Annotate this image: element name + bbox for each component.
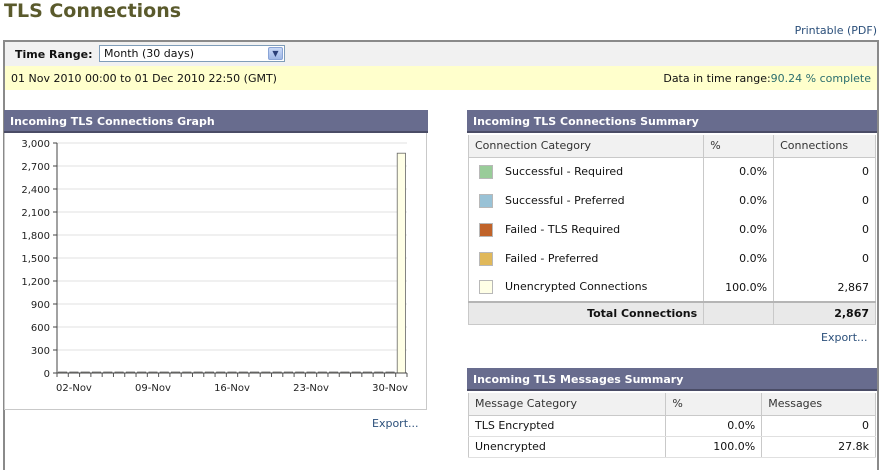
conn-category-cell: Unencrypted Connections: [467, 273, 705, 302]
conn-summary-header-row: Connection Category % Connections: [467, 135, 876, 158]
y-tick-label: 3,000: [21, 139, 50, 150]
conn-count-cell: 0: [773, 157, 876, 186]
date-info-bar: 01 Nov 2010 00:00 to 01 Dec 2010 22:50 (…: [5, 66, 877, 90]
col-connection-category: Connection Category: [467, 135, 705, 158]
graph-export-link[interactable]: Export...: [372, 417, 419, 430]
msg-percent-cell: 100.0%: [665, 436, 763, 458]
connections-graph-panel: Incoming TLS Connections Graph 0 300 600 90…: [4, 110, 428, 410]
data-completeness: Data in time range:90.24 % complete: [663, 72, 871, 85]
msg-category-cell: Unencrypted: [467, 436, 667, 458]
time-range-label: Time Range:: [15, 48, 93, 61]
graph-panel-title: Incoming TLS Connections Graph: [4, 110, 428, 133]
y-tick-label: 600: [31, 323, 50, 334]
y-tick-label: 300: [31, 346, 50, 357]
conn-category-label: Unencrypted Connections: [505, 280, 648, 293]
time-range-bar: Time Range: Month (30 days) ▼: [5, 42, 877, 66]
msg-summary-header-row: Message Category % Messages: [467, 393, 876, 416]
legend-swatch-icon: [479, 193, 493, 208]
conn-category-cell: Failed - Preferred: [467, 244, 705, 273]
conn-category-label: Successful - Preferred: [505, 193, 625, 207]
conn-count-cell: 0: [773, 186, 876, 215]
data-completeness-label: Data in time range:: [663, 72, 771, 85]
conn-percent-cell: 100.0%: [703, 273, 775, 302]
conn-count-cell: 0: [773, 215, 876, 244]
y-tick-label: 2,700: [21, 162, 50, 173]
conn-summary-row: Successful - Required 0.0% 0: [467, 157, 876, 186]
y-tick-label: 1,200: [21, 277, 50, 288]
conn-percent-cell: 0.0%: [703, 244, 775, 273]
conn-total-row: Total Connections 2,867: [467, 301, 876, 325]
date-range-text: 01 Nov 2010 00:00 to 01 Dec 2010 22:50 (…: [11, 72, 277, 85]
msg-count-cell: 0: [761, 415, 876, 437]
msg-percent-cell: 0.0%: [665, 415, 763, 437]
legend-swatch-icon: [479, 251, 493, 266]
conn-summary-row: Failed - Preferred 0.0% 0: [467, 244, 876, 273]
msg-summary-row: Unencrypted 100.0% 27.8k: [467, 436, 876, 458]
connections-chart: 0 300 600 900 1,200 1,500 1,800 2,100 2,400 2,700…: [21, 139, 408, 394]
col-connections: Connections: [773, 135, 876, 158]
data-completeness-value: 90.24 % complete: [770, 72, 871, 85]
y-tick-label: 0: [44, 369, 50, 380]
y-tick-label: 1,500: [21, 254, 50, 265]
msg-summary-table: Message Category % Messages TLS Encrypte…: [467, 393, 876, 458]
msg-summary-title: Incoming TLS Messages Summary: [467, 368, 877, 391]
x-tick-label: 23-Nov: [293, 383, 329, 394]
msg-count-cell: 27.8k: [761, 436, 876, 458]
conn-category-label: Successful - Required: [505, 164, 624, 178]
conn-summary-row: Failed - TLS Required 0.0% 0: [467, 215, 876, 244]
conn-category-cell: Successful - Preferred: [467, 186, 705, 215]
chart-bar: [396, 152, 406, 374]
legend-swatch-icon: [479, 280, 493, 294]
y-tick-label: 2,400: [21, 185, 50, 196]
conn-category-label: Failed - Preferred: [505, 251, 599, 265]
conn-summary-title: Incoming TLS Connections Summary: [467, 110, 877, 133]
legend-swatch-icon: [479, 222, 493, 237]
y-tick-label: 1,800: [21, 231, 50, 242]
col-percent: %: [703, 135, 775, 158]
y-tick-label: 900: [31, 300, 50, 311]
y-tick-label: 2,100: [21, 208, 50, 219]
printable-pdf-link[interactable]: Printable (PDF): [795, 24, 877, 37]
msg-category-cell: TLS Encrypted: [467, 415, 667, 437]
conn-summary-row: Successful - Preferred 0.0% 0: [467, 186, 876, 215]
col-msg-percent: %: [665, 393, 763, 416]
x-tick-label: 09-Nov: [135, 383, 171, 394]
conn-category-label: Failed - TLS Required: [505, 222, 621, 236]
x-tick-label: 02-Nov: [56, 383, 92, 394]
conn-summary-export-link[interactable]: Export...: [821, 331, 868, 344]
conn-summary-table: Connection Category % Connections Succes…: [467, 135, 876, 325]
conn-percent-cell: 0.0%: [703, 186, 775, 215]
x-tick-label: 30-Nov: [372, 383, 408, 394]
x-tick-label: 16-Nov: [214, 383, 250, 394]
col-messages: Messages: [761, 393, 876, 416]
conn-count-cell: 0: [773, 244, 876, 273]
time-range-select[interactable]: Month (30 days) ▼: [99, 45, 285, 62]
conn-category-cell: Successful - Required: [467, 157, 705, 186]
total-percent-cell: [703, 301, 775, 325]
conn-percent-cell: 0.0%: [703, 215, 775, 244]
conn-summary-row: Unencrypted Connections 100.0% 2,867: [467, 273, 876, 302]
chevron-down-icon[interactable]: ▼: [268, 47, 283, 60]
total-connections-value: 2,867: [773, 301, 876, 325]
time-range-selected-value: Month (30 days): [104, 47, 195, 60]
conn-percent-cell: 0.0%: [703, 157, 775, 186]
conn-count-cell: 2,867: [773, 273, 876, 302]
page-title: TLS Connections: [4, 0, 182, 22]
legend-swatch-icon: [479, 164, 493, 179]
col-message-category: Message Category: [467, 393, 667, 416]
msg-summary-row: TLS Encrypted 0.0% 0: [467, 415, 876, 437]
conn-category-cell: Failed - TLS Required: [467, 215, 705, 244]
total-connections-label: Total Connections: [467, 301, 705, 325]
